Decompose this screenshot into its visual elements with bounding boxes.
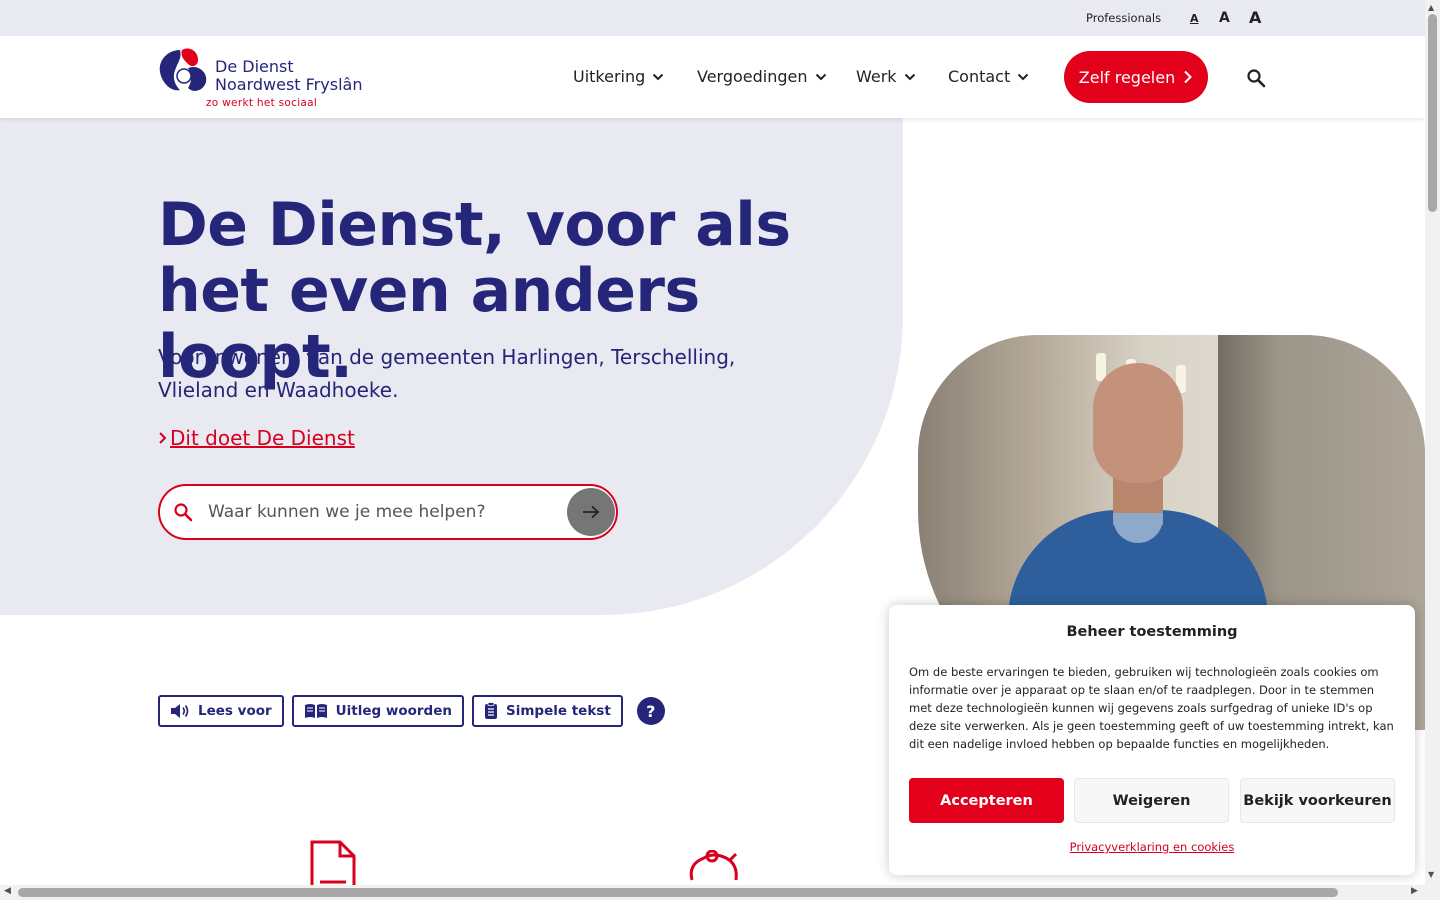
view-preferences-button[interactable]: Bekijk voorkeuren — [1240, 778, 1395, 823]
scroll-up-arrow-icon[interactable]: ▲ — [1428, 3, 1434, 12]
cookie-body: Om de beste ervaringen te bieden, gebrui… — [909, 665, 1394, 751]
dit-doet-de-dienst-link[interactable]: Dit doet De Dienst — [158, 426, 355, 450]
chevron-down-icon — [815, 73, 826, 80]
logo-text-line2: Noardwest Fryslân — [215, 75, 363, 94]
lees-voor-button[interactable]: Lees voor — [158, 695, 284, 727]
nav-item-contact[interactable]: Contact — [948, 67, 1029, 86]
accept-cookies-button[interactable]: Accepteren — [909, 778, 1064, 823]
piggy-bank-icon — [689, 850, 738, 881]
privacy-statement-link[interactable]: Privacyverklaring en cookies — [889, 840, 1415, 854]
uitleg-woorden-label: Uitleg woorden — [335, 703, 452, 719]
nav-item-uitkering[interactable]: Uitkering — [573, 67, 664, 86]
nav-item-werk[interactable]: Werk — [856, 67, 916, 86]
horizontal-scrollbar[interactable]: ◀ ▶ — [0, 885, 1425, 900]
cookie-title: Beheer toestemming — [1066, 624, 1238, 640]
zelf-regelen-label: Zelf regelen — [1078, 67, 1176, 87]
font-size-medium-button[interactable]: A — [1219, 10, 1230, 26]
logo-text-line1: De Dienst — [215, 57, 294, 76]
site-header: De Dienst Noardwest Fryslân zo werkt het… — [0, 36, 1425, 118]
font-size-large-button[interactable]: A — [1249, 8, 1261, 27]
search-icon — [174, 503, 193, 522]
simpele-tekst-button[interactable]: Simpele tekst — [471, 695, 623, 727]
logo-tagline: zo werkt het sociaal — [206, 97, 318, 109]
chevron-down-icon — [1018, 73, 1029, 80]
vertical-scrollbar-thumb[interactable] — [1428, 14, 1437, 212]
search-submit-button[interactable] — [567, 488, 615, 536]
zelf-regelen-button[interactable]: Zelf regelen — [1064, 51, 1208, 103]
clipboard-icon — [484, 702, 497, 719]
font-size-small-button[interactable]: A — [1190, 12, 1199, 25]
nav-item-label: Vergoedingen — [697, 67, 808, 86]
chevron-down-icon — [904, 73, 915, 80]
deny-cookies-button[interactable]: Weigeren — [1074, 778, 1229, 823]
hero-search-box — [158, 484, 618, 540]
nav-item-label: Contact — [948, 67, 1011, 86]
search-icon[interactable] — [1246, 68, 1266, 88]
nav-item-label: Werk — [856, 67, 897, 86]
logo[interactable]: De Dienst Noardwest Fryslân zo werkt het… — [158, 46, 368, 112]
lees-voor-label: Lees voor — [198, 703, 272, 719]
logo-mark-icon — [159, 48, 207, 91]
utility-bar: Professionals A A A — [0, 0, 1425, 36]
horizontal-scrollbar-thumb[interactable] — [18, 888, 1338, 897]
chevron-down-icon — [653, 73, 664, 80]
scroll-left-arrow-icon[interactable]: ◀ — [4, 886, 11, 896]
photo-person-head — [1093, 363, 1183, 483]
chevron-right-icon — [1184, 70, 1193, 84]
arrow-right-icon — [583, 505, 600, 519]
simpele-tekst-label: Simpele tekst — [505, 703, 611, 719]
accessibility-toolbar: Lees voor Uitleg woorden Simpele tekst ? — [158, 695, 665, 727]
hero-subtitle: Voor inwoners van de gemeenten Harlingen… — [158, 345, 736, 402]
nav-item-label: Uitkering — [573, 67, 646, 86]
chevron-right-icon — [159, 432, 167, 444]
speaker-icon — [171, 704, 189, 718]
book-icon — [304, 704, 327, 718]
nav-item-vergoedingen[interactable]: Vergoedingen — [697, 67, 827, 86]
dit-doet-de-dienst-label: Dit doet De Dienst — [170, 426, 355, 450]
uitleg-woorden-button[interactable]: Uitleg woorden — [291, 695, 464, 727]
scroll-right-arrow-icon[interactable]: ▶ — [1411, 886, 1418, 896]
document-icon — [310, 840, 356, 890]
hero-search-input[interactable] — [208, 496, 558, 528]
cookie-consent-dialog: Beheer toestemming Om de beste ervaringe… — [889, 605, 1415, 875]
vertical-scrollbar[interactable]: ▲ ▼ — [1425, 0, 1440, 900]
scroll-down-arrow-icon[interactable]: ▼ — [1428, 870, 1434, 879]
professionals-link[interactable]: Professionals — [1086, 11, 1161, 25]
help-button[interactable]: ? — [636, 697, 665, 725]
